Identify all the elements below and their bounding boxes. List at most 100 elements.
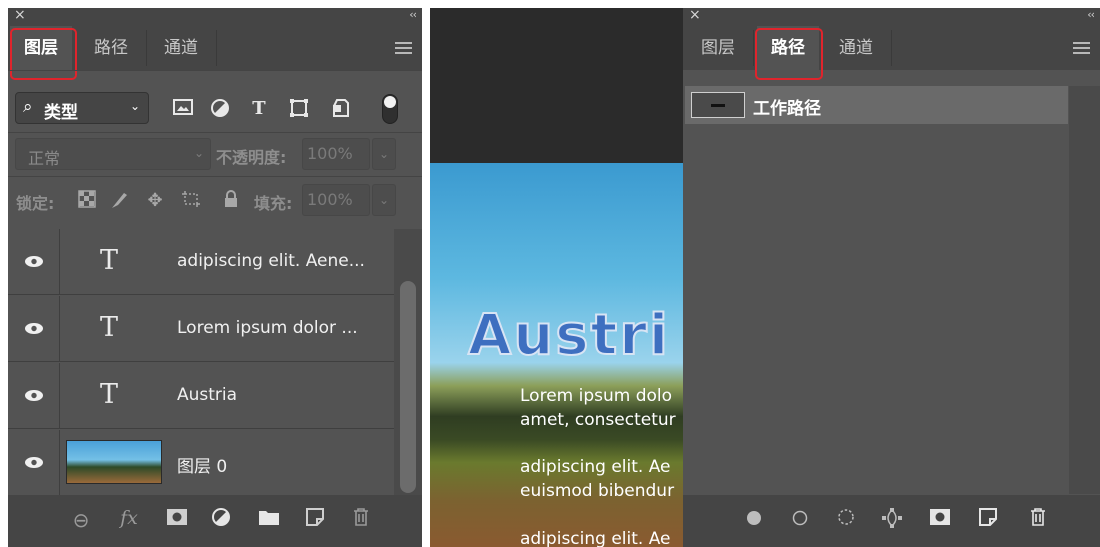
layer-row[interactable]: T adipiscing elit. Aene... <box>8 229 394 295</box>
close-icon[interactable]: × <box>14 8 26 23</box>
tab-divider <box>753 30 754 66</box>
tab-layers[interactable]: 图层 <box>687 26 749 70</box>
visibility-toggle[interactable] <box>8 229 60 294</box>
path-row-selected[interactable]: 工作路径 <box>685 86 1068 124</box>
layer-mask-icon[interactable] <box>164 507 190 533</box>
lock-transparency-icon[interactable] <box>76 190 98 213</box>
chevron-down-icon: ⌄ <box>193 146 204 160</box>
eye-icon <box>25 256 43 267</box>
tab-divider <box>891 30 892 66</box>
paths-scrollbar[interactable] <box>1069 86 1100 494</box>
collapse-icon[interactable]: ‹‹ <box>409 8 417 21</box>
canvas-text-line: amet, consectetur <box>520 410 676 430</box>
paths-bottom-bar <box>683 495 1100 547</box>
search-icon: ⌕ <box>23 97 33 117</box>
layers-list: T adipiscing elit. Aene... T Lorem ipsum… <box>8 229 394 496</box>
type-filter-icon[interactable]: T <box>248 98 270 120</box>
adjustment-filter-icon[interactable] <box>209 98 231 120</box>
lock-image-pixels-icon[interactable] <box>108 190 130 215</box>
layer-row[interactable]: 图层 0 <box>8 430 394 496</box>
layer-filter-select[interactable]: ⌕ 类型 ⌄ <box>15 92 149 124</box>
tab-channels[interactable]: 通道 <box>825 26 887 70</box>
blend-mode-value: 正常 <box>28 149 61 168</box>
fill-label: 填充: <box>254 194 293 213</box>
visibility-toggle[interactable] <box>8 296 60 361</box>
panel-tab-bar: 图层 路径 通道 <box>8 26 422 70</box>
new-group-icon[interactable] <box>256 507 282 533</box>
divider <box>8 132 422 133</box>
layers-panel: × ‹‹ 图层 路径 通道 ⌕ 类型 ⌄ T 正常 ⌄ 不透明度: 100% ⌄… <box>8 8 422 547</box>
eye-icon <box>25 457 43 468</box>
layers-scrollbar[interactable] <box>394 229 422 495</box>
visibility-toggle[interactable] <box>8 363 60 428</box>
tab-paths[interactable]: 路径 <box>80 26 142 70</box>
panel-title-bar: × ‹‹ <box>683 8 1100 26</box>
layer-thumbnail <box>66 440 162 484</box>
document-canvas[interactable]: Austri Lorem ipsum dolo amet, consectetu… <box>430 8 683 547</box>
opacity-input[interactable]: 100% <box>302 138 370 170</box>
layer-name: 图层 0 <box>177 457 228 477</box>
layers-bottom-bar: ⊖ fx <box>8 495 422 547</box>
scrollbar-thumb[interactable] <box>400 281 416 493</box>
lock-label: 锁定: <box>16 194 55 213</box>
panel-tab-bar: 图层 路径 通道 <box>683 26 1100 70</box>
layer-row[interactable]: T Austria <box>8 363 394 429</box>
text-layer-icon: T <box>100 245 119 276</box>
add-mask-icon[interactable] <box>927 507 953 533</box>
smart-object-filter-icon[interactable] <box>330 98 352 120</box>
link-layers-icon[interactable]: ⊖ <box>68 507 94 533</box>
tab-channels[interactable]: 通道 <box>150 26 212 70</box>
layer-row[interactable]: T Lorem ipsum dolor ... <box>8 296 394 362</box>
delete-layer-icon[interactable] <box>348 507 374 533</box>
make-work-path-icon[interactable] <box>879 507 905 533</box>
eye-icon <box>25 323 43 334</box>
lock-artboard-icon[interactable] <box>180 190 202 213</box>
lock-position-icon[interactable]: ✥ <box>144 190 166 211</box>
path-thumbnail <box>691 92 745 118</box>
text-layer-icon: T <box>100 312 119 343</box>
canvas-text-line: euismod bibendur <box>520 481 675 501</box>
panel-menu-icon[interactable] <box>395 42 412 54</box>
panel-title-bar: × ‹‹ <box>8 8 422 26</box>
shape-filter-icon[interactable] <box>288 98 310 120</box>
divider <box>8 176 422 177</box>
stroke-path-icon[interactable] <box>787 507 813 533</box>
austria-title-text: Austri <box>467 302 671 369</box>
text-layer-icon: T <box>100 379 119 410</box>
panel-menu-icon[interactable] <box>1073 42 1090 54</box>
new-layer-icon[interactable] <box>302 507 328 533</box>
load-selection-icon[interactable] <box>833 507 859 533</box>
canvas-text-line: adipiscing elit. Ae <box>520 457 671 477</box>
filter-toggle[interactable] <box>382 94 398 124</box>
opacity-dropdown[interactable]: ⌄ <box>372 138 396 170</box>
collapse-icon[interactable]: ‹‹ <box>1087 8 1095 21</box>
fill-input[interactable]: 100% <box>302 184 370 216</box>
canvas-text-line: Lorem ipsum dolo <box>520 386 673 406</box>
opacity-label: 不透明度: <box>216 148 287 167</box>
divider <box>8 70 422 71</box>
tab-paths[interactable]: 路径 <box>757 26 819 70</box>
eye-icon <box>25 390 43 401</box>
fill-path-icon[interactable] <box>741 507 767 533</box>
layer-name: Lorem ipsum dolor ... <box>177 318 358 338</box>
adjustment-layer-icon[interactable] <box>208 507 234 533</box>
paths-list <box>683 86 1069 494</box>
layer-name: adipiscing elit. Aene... <box>177 251 365 271</box>
tab-divider <box>216 30 217 66</box>
fx-icon[interactable]: fx <box>116 505 142 531</box>
delete-path-icon[interactable] <box>1025 507 1051 533</box>
canvas-text-line: adipiscing elit. Ae <box>520 529 671 547</box>
paths-panel: × ‹‹ 图层 路径 通道 工作路径 <box>683 8 1100 547</box>
tab-layers[interactable]: 图层 <box>10 26 72 70</box>
blend-mode-select[interactable]: 正常 ⌄ <box>15 138 211 170</box>
chevron-down-icon: ⌄ <box>129 99 140 113</box>
lock-all-icon[interactable] <box>220 190 242 213</box>
close-icon[interactable]: × <box>689 8 701 23</box>
fill-dropdown[interactable]: ⌄ <box>372 184 396 216</box>
tab-divider <box>146 30 147 66</box>
layer-name: Austria <box>177 385 238 405</box>
image-filter-icon[interactable] <box>172 98 194 120</box>
new-path-icon[interactable] <box>975 507 1001 533</box>
filter-type-label: 类型 <box>44 103 78 123</box>
visibility-toggle[interactable] <box>8 430 60 495</box>
